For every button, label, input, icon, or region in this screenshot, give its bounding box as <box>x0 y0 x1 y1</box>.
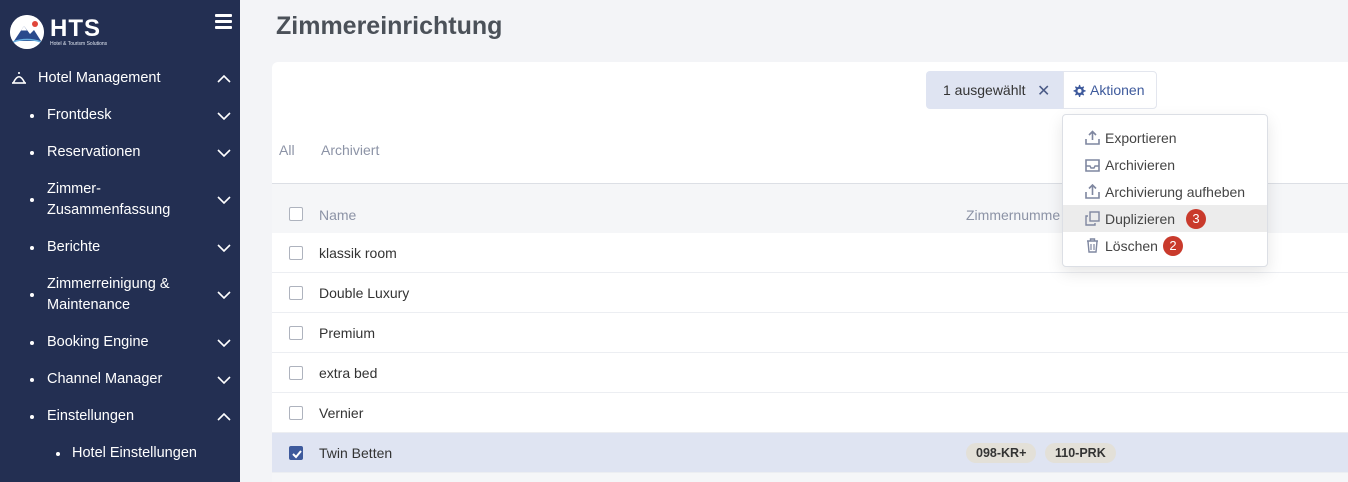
actions-button[interactable]: Aktionen <box>1063 71 1157 109</box>
chevron-down-icon <box>217 291 231 299</box>
menu-item-archivieren[interactable]: Archivieren <box>1063 151 1267 178</box>
upload-icon <box>1085 130 1100 145</box>
chevron-up-icon <box>217 413 231 421</box>
column-header-zimmernummer[interactable]: Zimmernumme <box>966 207 1060 223</box>
actions-label: Aktionen <box>1090 82 1145 98</box>
logo-emblem-icon <box>10 15 44 49</box>
menu-item-label: Archivieren <box>1105 157 1176 173</box>
bell-icon <box>12 72 26 84</box>
tab-all[interactable]: All <box>279 142 295 158</box>
row-checkbox[interactable] <box>289 286 303 300</box>
sidebar-item-label-line2: Maintenance <box>47 297 131 313</box>
chevron-down-icon <box>217 244 231 252</box>
select-all-checkbox[interactable] <box>289 207 303 221</box>
selection-indicator: 1 ausgewählt ✕ <box>926 71 1063 109</box>
row-checkbox-checked[interactable] <box>289 446 303 460</box>
table-row[interactable]: Double Luxury <box>272 273 1348 313</box>
table-row-selected[interactable]: Twin Betten 098-KR+ 110-PRK <box>272 433 1348 473</box>
menu-item-exportieren[interactable]: Exportieren <box>1063 124 1267 151</box>
sidebar-item-label: Channel Manager <box>47 371 163 387</box>
sidebar-item-hotel-management[interactable]: Hotel Management <box>0 68 240 89</box>
clear-selection-icon[interactable]: ✕ <box>1037 81 1050 101</box>
menu-item-duplizieren[interactable]: Duplizieren 3 <box>1063 205 1267 232</box>
sidebar-item-zimmer-zusammenfassung[interactable]: Zimmer- Zusammenfassung <box>0 179 240 221</box>
sidebar-item-label: Zimmerreinigung & <box>47 276 170 292</box>
chevron-down-icon <box>217 376 231 384</box>
row-checkbox[interactable] <box>289 246 303 260</box>
sidebar-item-booking-engine[interactable]: Booking Engine <box>0 332 240 353</box>
sidebar-item-label: Reservationen <box>47 144 141 160</box>
sidebar-item-channel-manager[interactable]: Channel Manager <box>0 369 240 390</box>
bullet-icon <box>30 341 34 345</box>
row-name: klassik room <box>319 245 397 261</box>
logo-text: HTS <box>50 15 101 42</box>
table-row[interactable]: extra bed <box>272 353 1348 393</box>
sidebar-item-hotel-einstellungen[interactable]: Hotel Einstellungen <box>0 443 240 464</box>
check-icon <box>292 450 302 459</box>
bullet-icon <box>56 452 60 456</box>
copy-icon <box>1085 211 1100 226</box>
actions-dropdown-menu: Exportieren Archivieren Archivierung auf… <box>1062 114 1268 267</box>
room-number-chip: 098-KR+ <box>966 443 1037 463</box>
tab-archiviert[interactable]: Archiviert <box>321 142 379 158</box>
sidebar-item-frontdesk[interactable]: Frontdesk <box>0 105 240 126</box>
sidebar-item-einstellungen[interactable]: Einstellungen <box>0 406 240 427</box>
sidebar-item-label: Hotel Management <box>38 70 161 86</box>
row-checkbox[interactable] <box>289 366 303 380</box>
step-badge: 3 <box>1186 209 1206 229</box>
archive-icon <box>1085 159 1100 172</box>
sidebar-item-label: Einstellungen <box>47 408 135 424</box>
row-name: Twin Betten <box>319 445 393 461</box>
logo-subtitle: Hotel & Tourism Solutions <box>50 41 108 47</box>
sidebar-item-label: Hotel Einstellungen <box>72 445 197 461</box>
sidebar-item-label: Zimmer- <box>47 181 101 197</box>
bullet-icon <box>30 151 34 155</box>
page-title: Zimmereinrichtung <box>276 12 503 40</box>
trash-icon <box>1087 238 1098 253</box>
chevron-up-icon <box>217 75 231 83</box>
row-checkbox[interactable] <box>289 326 303 340</box>
menu-toggle-icon[interactable] <box>215 14 232 30</box>
row-name: Premium <box>319 325 376 341</box>
bullet-icon <box>30 246 34 250</box>
sidebar-item-reservationen[interactable]: Reservationen <box>0 142 240 163</box>
sidebar-item-berichte[interactable]: Berichte <box>0 237 240 258</box>
sidebar-item-label-line2: Zusammenfassung <box>47 202 171 218</box>
row-checkbox[interactable] <box>289 406 303 420</box>
bullet-icon <box>30 415 34 419</box>
chevron-down-icon <box>217 196 231 204</box>
menu-item-label: Duplizieren <box>1105 211 1176 227</box>
sidebar-item-label: Frontdesk <box>47 107 112 123</box>
chevron-down-icon <box>217 339 231 347</box>
sidebar-item-zimmerreinigung-maintenance[interactable]: Zimmerreinigung & Maintenance <box>0 274 240 316</box>
table-row[interactable]: Vernier <box>272 393 1348 433</box>
gear-icon <box>1073 84 1086 97</box>
bullet-icon <box>30 293 34 297</box>
bullet-icon <box>30 378 34 382</box>
bullet-icon <box>30 114 34 118</box>
room-number-chip: 110-PRK <box>1045 443 1116 463</box>
selection-count: 1 ausgewählt <box>943 82 1026 98</box>
bullet-icon <box>30 198 34 202</box>
row-name: Vernier <box>319 405 364 421</box>
sidebar: HTS Hotel & Tourism Solutions Hotel Mana… <box>0 0 240 482</box>
sidebar-item-label: Booking Engine <box>47 334 149 350</box>
chevron-down-icon <box>217 149 231 157</box>
row-name: Double Luxury <box>319 285 410 301</box>
menu-item-loeschen[interactable]: Löschen 2 <box>1063 232 1267 259</box>
menu-item-label: Exportieren <box>1105 130 1177 146</box>
step-badge: 2 <box>1163 236 1183 256</box>
hts-logo[interactable]: HTS Hotel & Tourism Solutions <box>10 12 150 52</box>
column-header-name[interactable]: Name <box>319 207 356 223</box>
menu-item-label: Löschen <box>1105 238 1158 254</box>
row-name: extra bed <box>319 365 378 381</box>
menu-item-label: Archivierung aufheben <box>1105 184 1246 200</box>
table-row[interactable]: Premium <box>272 313 1348 353</box>
sidebar-item-label: Berichte <box>47 239 101 255</box>
chevron-down-icon <box>217 112 231 120</box>
menu-item-archivierung-aufheben[interactable]: Archivierung aufheben <box>1063 178 1267 205</box>
unarchive-icon <box>1085 184 1100 199</box>
